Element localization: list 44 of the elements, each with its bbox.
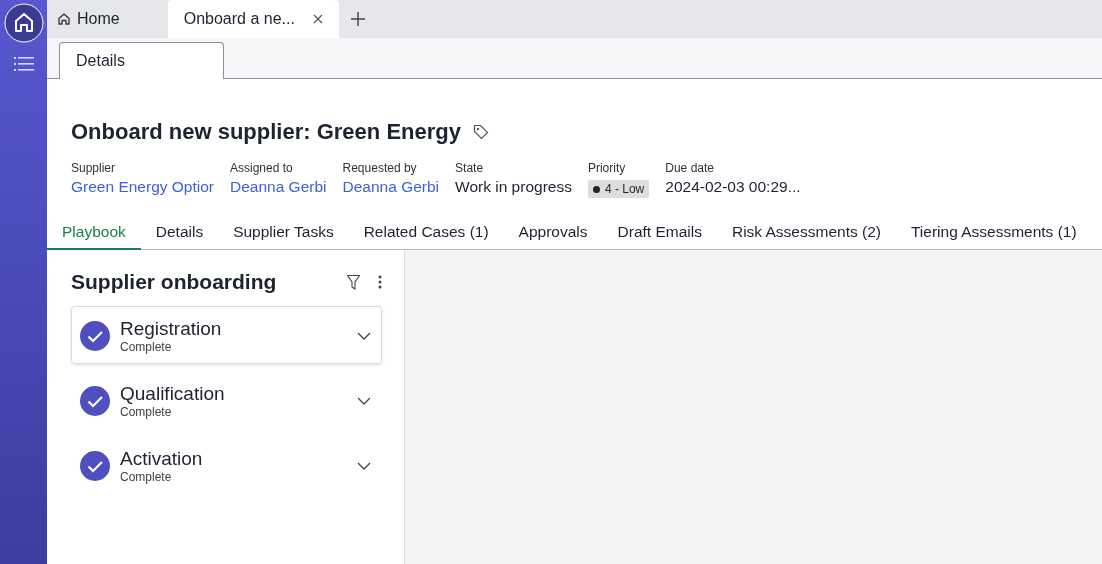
field-value: Work in progress [455, 178, 572, 196]
field-label: Priority [587, 161, 627, 175]
tag-icon[interactable] [472, 124, 489, 140]
field-link[interactable]: Deanna Gerbi [342, 178, 440, 196]
stage-status: Complete [120, 405, 173, 419]
stage-name: Registration [120, 318, 223, 340]
stage-card[interactable]: Activation Complete [71, 436, 382, 494]
field-value: 2024-02-03 00:29... [665, 178, 801, 196]
field-label: Due date [665, 161, 715, 175]
browser-tab[interactable]: Home [47, 0, 130, 38]
list-icon[interactable] [13, 57, 34, 71]
stage-name: Qualification [120, 383, 226, 405]
stage-card[interactable]: Registration Complete [71, 306, 382, 364]
field-label: State [455, 161, 485, 175]
record-tab[interactable]: Related Cases (1) [348, 218, 504, 250]
playbook-title: Supplier onboarding [71, 270, 278, 294]
add-tab-icon[interactable] [350, 12, 365, 26]
record-tab[interactable]: Approvals [503, 218, 603, 250]
filter-icon[interactable] [347, 274, 360, 290]
record-tab[interactable]: Details [140, 218, 219, 250]
chevron-icon[interactable] [357, 332, 371, 340]
record-tab[interactable]: Risk Assessments (2) [716, 218, 896, 250]
record-title: Onboard new supplier: Green Energy [71, 119, 461, 145]
more-icon[interactable] [378, 275, 382, 289]
record-tab[interactable]: Supplier Tasks [218, 218, 349, 250]
chevron-icon[interactable] [357, 397, 371, 405]
stage-status: Complete [120, 340, 173, 354]
record-tab[interactable]: Tiering Assessments (1) [895, 218, 1092, 250]
browser-tab[interactable]: Onboard a ne... [167, 0, 339, 38]
field-link[interactable]: Deanna Gerbi [230, 178, 327, 196]
close-icon[interactable] [312, 14, 323, 24]
form-tab[interactable]: Details [59, 42, 224, 79]
field-label: Requested by [342, 161, 418, 175]
field-label: Supplier [71, 161, 117, 175]
priority-badge: 4 - Low [587, 180, 650, 198]
field-label: Assigned to [230, 161, 294, 175]
record-tab[interactable]: Draft Emails [602, 218, 717, 250]
home-icon [57, 12, 71, 26]
stage-name: Activation [120, 448, 204, 470]
field-link[interactable]: Green Energy Optior [71, 178, 214, 196]
stage-status: Complete [120, 470, 173, 484]
home-icon[interactable] [3, 3, 44, 43]
stage-card[interactable]: Qualification Complete [71, 371, 382, 429]
chevron-icon[interactable] [357, 462, 371, 470]
